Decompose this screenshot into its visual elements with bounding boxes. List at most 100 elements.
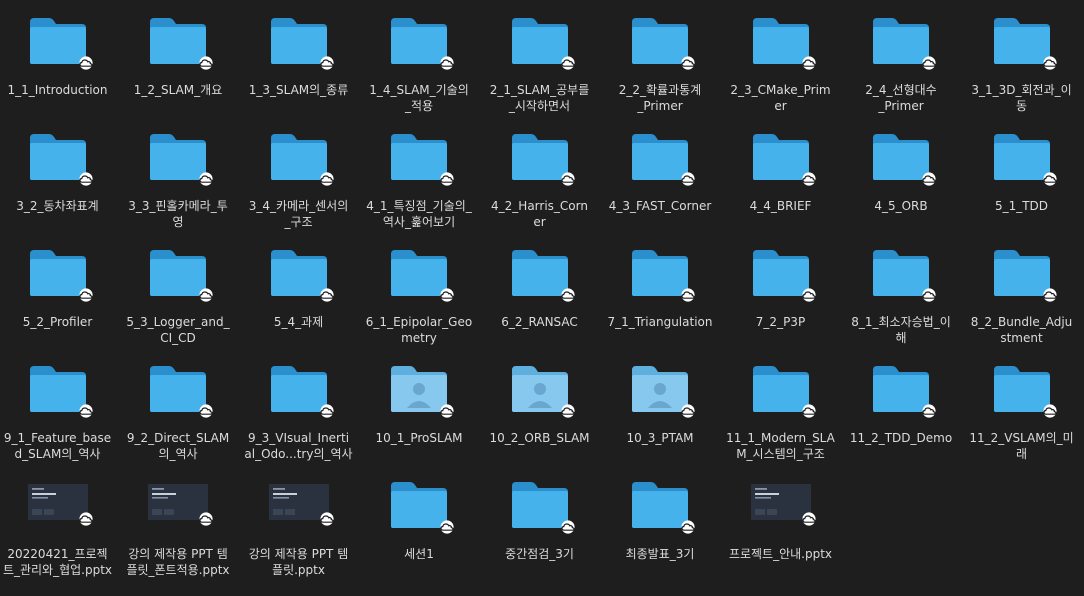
folder-item[interactable]: 2_1_SLAM_공부를 _시작하면서	[482, 10, 598, 114]
folder-icon[interactable]	[992, 242, 1057, 302]
folder-item[interactable]: 7_1_Triangulation	[602, 242, 718, 330]
folder-icon[interactable]	[630, 242, 695, 302]
folder-icon[interactable]	[510, 242, 575, 302]
folder-item[interactable]: 중간점검_3기	[482, 474, 598, 562]
folder-icon[interactable]	[148, 10, 213, 70]
folder-item[interactable]: 1_2_SLAM_개요	[120, 10, 236, 98]
folder-icon[interactable]	[751, 10, 816, 70]
folder-icon[interactable]	[148, 358, 213, 418]
folder-item[interactable]: 최종발표_3기	[602, 474, 718, 562]
shared-folder-icon[interactable]	[389, 358, 454, 418]
folder-icon[interactable]	[871, 358, 936, 418]
folder-item[interactable]: 8_2_Bundle_Adju stment	[964, 242, 1080, 346]
folder-icon[interactable]	[630, 126, 695, 186]
icloud-status-icon	[318, 288, 336, 302]
folder-item[interactable]: 9_3_VIsual_Inerti al_Odo...try의_역사	[241, 358, 357, 462]
item-label: 4_3_FAST_Corner	[608, 199, 712, 213]
folder-item[interactable]: 4_4_BRIEF	[723, 126, 839, 214]
folder-icon[interactable]	[28, 242, 93, 302]
file-item[interactable]: 20220421_프로젝 트_관리와_협업.pptx	[0, 474, 116, 578]
folder-item[interactable]: 4_1_특징점_기술의_ 역사_훑어보기	[361, 126, 477, 230]
item-label: 8_2_Bundle_Adju stment	[970, 315, 1073, 345]
folder-item[interactable]: 4_5_ORB	[843, 126, 959, 214]
folder-item[interactable]: 세션1	[361, 474, 477, 562]
folder-icon[interactable]	[389, 242, 454, 302]
folder-item[interactable]: 10_2_ORB_SLAM	[482, 358, 598, 446]
file-item[interactable]: 강의 제작용 PPT 템 플릿.pptx	[241, 474, 357, 578]
icloud-status-icon	[77, 56, 95, 70]
folder-item[interactable]: 5_3_Logger_and_ CI_CD	[120, 242, 236, 346]
folder-item[interactable]: 6_1_Epipolar_Geo metry	[361, 242, 477, 346]
folder-item[interactable]: 4_3_FAST_Corner	[602, 126, 718, 214]
folder-icon[interactable]	[148, 126, 213, 186]
folder-icon[interactable]	[510, 10, 575, 70]
folder-icon[interactable]	[28, 358, 93, 418]
folder-item[interactable]: 11_2_TDD_Demo	[843, 358, 959, 446]
folder-icon[interactable]	[389, 126, 454, 186]
folder-icon[interactable]	[510, 474, 575, 534]
folder-icon[interactable]	[992, 10, 1057, 70]
folder-item[interactable]: 7_2_P3P	[723, 242, 839, 330]
folder-icon[interactable]	[992, 358, 1057, 418]
folder-item[interactable]: 6_2_RANSAC	[482, 242, 598, 330]
pptx-thumbnail-icon[interactable]	[148, 474, 213, 530]
folder-item[interactable]: 1_4_SLAM_기술의 _적용	[361, 10, 477, 114]
folder-icon[interactable]	[269, 126, 334, 186]
icloud-status-icon	[438, 172, 456, 186]
pptx-thumbnail-icon[interactable]	[27, 474, 93, 530]
folder-icon[interactable]	[871, 242, 936, 302]
folder-item[interactable]: 3_2_동차좌표계	[0, 126, 116, 214]
folder-icon[interactable]	[269, 10, 334, 70]
folder-icon[interactable]	[630, 474, 695, 534]
folder-item[interactable]: 5_1_TDD	[964, 126, 1080, 214]
folder-item[interactable]: 5_4_과제	[241, 242, 357, 330]
folder-item[interactable]: 10_3_PTAM	[602, 358, 718, 446]
folder-item[interactable]: 9_1_Feature_base d_SLAM의_역사	[0, 358, 116, 462]
file-item[interactable]: 강의 제작용 PPT 템 플릿_폰트적용.pptx	[120, 474, 236, 578]
folder-icon[interactable]	[148, 242, 213, 302]
icloud-status-icon	[800, 288, 818, 302]
folder-icon[interactable]	[871, 10, 936, 70]
folder-icon[interactable]	[28, 126, 93, 186]
folder-item[interactable]: 5_2_Profiler	[0, 242, 116, 330]
folder-icon[interactable]	[269, 242, 334, 302]
icloud-status-icon	[559, 172, 577, 186]
folder-icon[interactable]	[630, 10, 695, 70]
icloud-status-icon	[77, 404, 95, 418]
folder-item[interactable]: 1_3_SLAM의_종류	[241, 10, 357, 98]
folder-item[interactable]: 4_2_Harris_Corn er	[482, 126, 598, 230]
icloud-status-icon	[1041, 172, 1059, 186]
folder-icon[interactable]	[389, 474, 454, 534]
folder-item[interactable]: 1_1_Introduction	[0, 10, 116, 98]
folder-item[interactable]: 11_2_VSLAM의_미 래	[964, 358, 1080, 462]
folder-icon[interactable]	[389, 10, 454, 70]
icloud-status-icon	[318, 56, 336, 70]
item-label: 6_1_Epipolar_Geo metry	[365, 315, 473, 345]
item-label: 5_4_과제	[273, 315, 324, 329]
folder-icon[interactable]	[269, 358, 334, 418]
folder-item[interactable]: 8_1_최소자승법_이 해	[843, 242, 959, 346]
folder-item[interactable]: 2_3_CMake_Prim er	[723, 10, 839, 114]
folder-item[interactable]: 10_1_ProSLAM	[361, 358, 477, 446]
pptx-thumbnail-icon[interactable]	[268, 474, 334, 530]
item-label: 4_2_Harris_Corn er	[491, 199, 588, 229]
folder-icon[interactable]	[28, 10, 93, 70]
folder-icon[interactable]	[510, 126, 575, 186]
shared-folder-icon[interactable]	[510, 358, 575, 418]
shared-folder-icon[interactable]	[630, 358, 695, 418]
folder-item[interactable]: 3_3_핀홀카메라_투 영	[120, 126, 236, 230]
item-label: 9_3_VIsual_Inerti al_Odo...try의_역사	[244, 431, 353, 461]
folder-item[interactable]: 3_1_3D_회전과_이 동	[964, 10, 1080, 114]
folder-item[interactable]: 9_2_Direct_SLAM 의_역사	[120, 358, 236, 462]
pptx-thumbnail-icon[interactable]	[750, 474, 816, 530]
folder-icon[interactable]	[992, 126, 1057, 186]
folder-item[interactable]: 3_4_카메라_센서의 _구조	[241, 126, 357, 230]
folder-item[interactable]: 11_1_Modern_SLA M_시스템의_구조	[723, 358, 839, 462]
folder-item[interactable]: 2_4_선형대수 _Primer	[843, 10, 959, 114]
file-item[interactable]: 프로젝트_안내.pptx	[723, 474, 839, 562]
folder-icon[interactable]	[871, 126, 936, 186]
folder-icon[interactable]	[751, 358, 816, 418]
folder-item[interactable]: 2_2_확률과통계 _Primer	[602, 10, 718, 114]
folder-icon[interactable]	[751, 242, 816, 302]
folder-icon[interactable]	[751, 126, 816, 186]
